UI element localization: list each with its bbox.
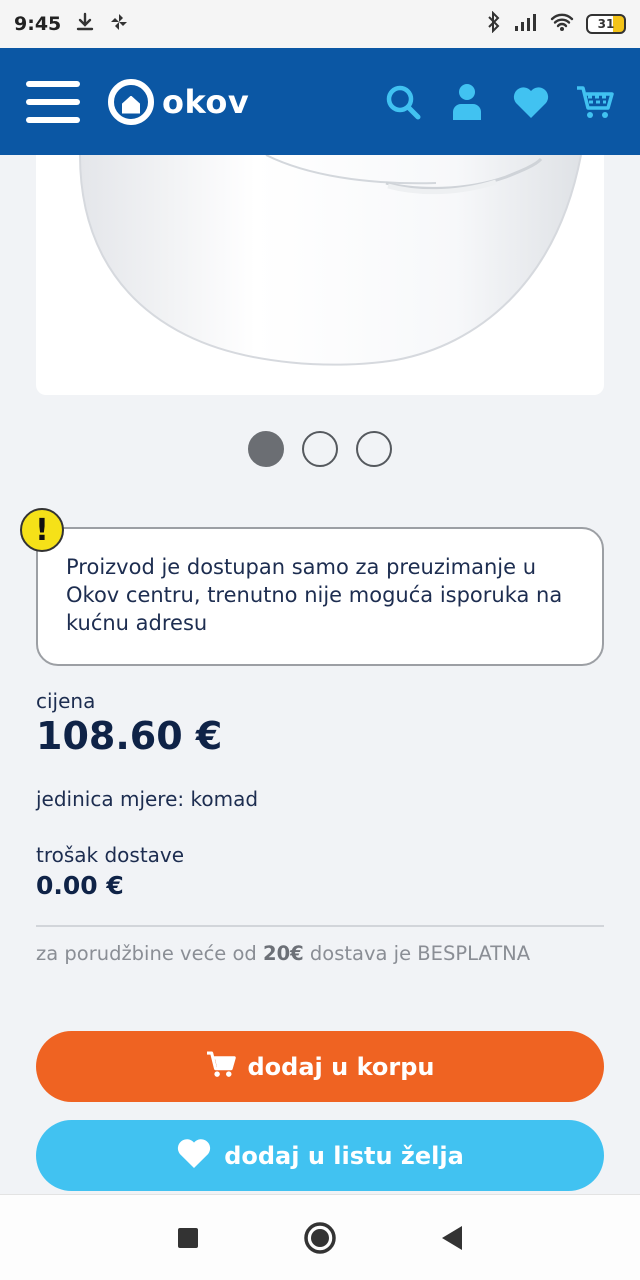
cart-icon[interactable] bbox=[576, 83, 614, 121]
product-image[interactable] bbox=[36, 155, 604, 395]
carousel-dot-2[interactable] bbox=[302, 431, 338, 467]
download-icon bbox=[75, 12, 95, 37]
divider bbox=[36, 925, 604, 927]
pinwheel-icon bbox=[109, 12, 129, 37]
logo-text: okov bbox=[162, 82, 250, 121]
product-photo bbox=[79, 155, 582, 366]
carousel-dot-3[interactable] bbox=[356, 431, 392, 467]
add-to-wishlist-label: dodaj u listu želja bbox=[224, 1141, 464, 1170]
recents-button[interactable] bbox=[170, 1220, 206, 1256]
app-header: okov bbox=[0, 48, 640, 155]
status-bar: 9:45 31 bbox=[0, 0, 640, 48]
add-to-cart-label: dodaj u korpu bbox=[247, 1052, 435, 1081]
free-delivery-before: za porudžbine veće od bbox=[36, 942, 257, 965]
free-delivery-amount: 20€ bbox=[263, 942, 304, 965]
add-to-wishlist-button[interactable]: dodaj u listu želja bbox=[36, 1120, 604, 1191]
house-icon bbox=[122, 95, 140, 114]
delivery-cost-value: 0.00 € bbox=[36, 871, 124, 900]
menu-line bbox=[26, 98, 80, 105]
notice-text: Proizvod je dostupan samo za preuzimanje… bbox=[66, 555, 563, 635]
system-nav-bar bbox=[0, 1194, 640, 1280]
price-label: cijena bbox=[36, 689, 96, 713]
status-right: 31 bbox=[486, 10, 626, 38]
add-to-cart-button[interactable]: dodaj u korpu bbox=[36, 1031, 604, 1102]
wifi-icon bbox=[550, 12, 574, 37]
menu-button[interactable] bbox=[26, 80, 80, 123]
bluetooth-icon bbox=[486, 10, 502, 38]
delivery-cost-label: trošak dostave bbox=[36, 843, 185, 867]
back-button[interactable] bbox=[434, 1220, 470, 1256]
status-time: 9:45 bbox=[14, 13, 62, 35]
header-actions bbox=[384, 83, 614, 121]
menu-line bbox=[26, 80, 80, 87]
price-value: 108.60 € bbox=[36, 714, 223, 758]
carousel-dot-1[interactable] bbox=[248, 431, 284, 467]
heart-icon bbox=[176, 1137, 212, 1175]
free-delivery-after: dostava je BESPLATNA bbox=[309, 942, 531, 965]
cart-icon bbox=[206, 1050, 236, 1084]
search-icon[interactable] bbox=[384, 83, 422, 121]
battery-icon: 31 bbox=[586, 14, 626, 34]
logo[interactable]: okov bbox=[108, 78, 250, 125]
logo-mark-icon bbox=[108, 78, 154, 125]
home-button[interactable] bbox=[302, 1220, 338, 1256]
signal-icon bbox=[514, 12, 538, 37]
unit-of-measure: jedinica mjere: komad bbox=[36, 787, 259, 811]
carousel-dots bbox=[0, 431, 640, 467]
free-delivery-note: za porudžbine veće od 20€ dostava je BES… bbox=[36, 942, 530, 965]
warning-icon: ! bbox=[20, 508, 64, 552]
pickup-notice: Proizvod je dostupan samo za preuzimanje… bbox=[36, 527, 604, 666]
heart-icon[interactable] bbox=[512, 83, 550, 121]
user-icon[interactable] bbox=[448, 83, 486, 121]
menu-line bbox=[26, 116, 80, 123]
status-left: 9:45 bbox=[14, 12, 129, 37]
